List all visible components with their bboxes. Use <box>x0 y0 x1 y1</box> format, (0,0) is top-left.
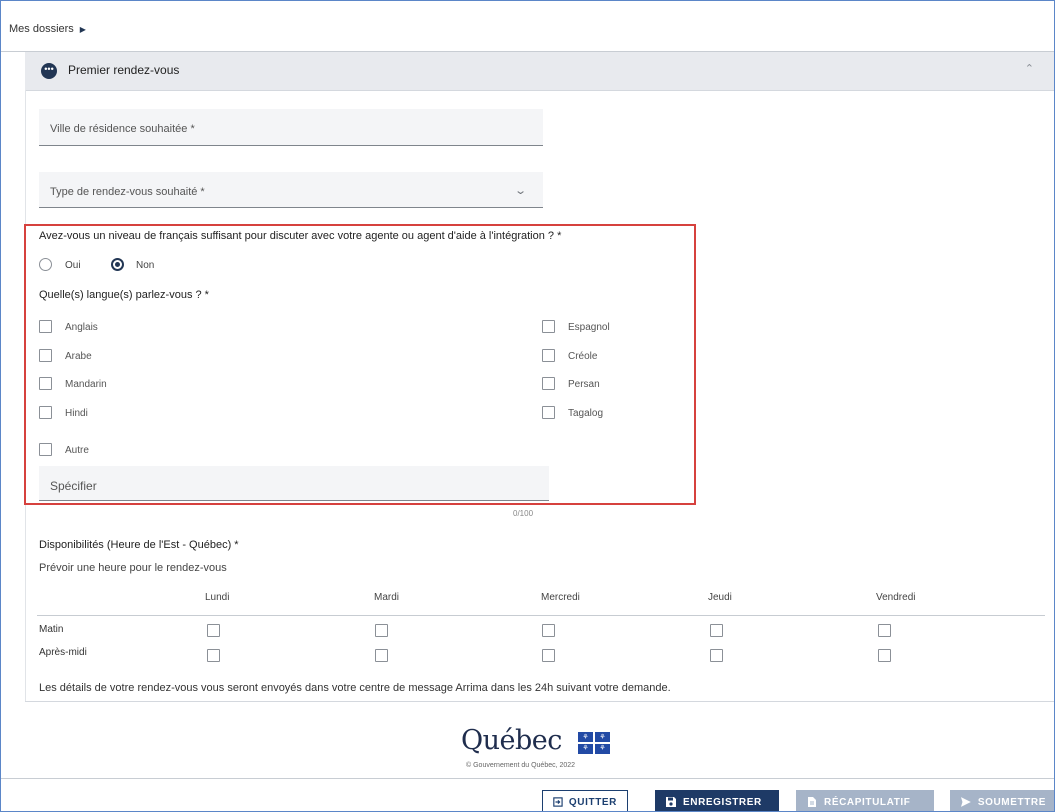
disponibilites-title: Disponibilités (Heure de l'Est - Québec)… <box>39 539 239 551</box>
more-dots-icon: ••• <box>41 63 57 79</box>
type-placeholder: Type de rendez-vous souhaité * <box>50 186 205 198</box>
accordion-header[interactable]: ••• Premier rendez-vous ⌃ <box>25 52 1054 91</box>
checkbox-tagalog[interactable] <box>542 406 555 419</box>
checkbox-hindi[interactable] <box>39 406 52 419</box>
checkbox-autre[interactable] <box>39 443 52 456</box>
exit-icon <box>553 797 563 807</box>
checkbox-jeudi-matin[interactable] <box>710 624 723 637</box>
checkbox-mercredi-matin[interactable] <box>542 624 555 637</box>
panel-bottom-border <box>25 701 1054 702</box>
character-counter: 0/100 <box>513 509 534 518</box>
ville-placeholder: Ville de résidence souhaitée * <box>50 123 195 135</box>
checkbox-persan[interactable] <box>542 377 555 390</box>
specifier-input[interactable]: Spécifier <box>39 466 549 501</box>
checkbox-mandarin[interactable] <box>39 377 52 390</box>
quebec-logo: Québec ⚘ ⚘ ⚘ ⚘ <box>461 725 610 756</box>
checkbox-label: Hindi <box>65 408 88 419</box>
francais-question: Avez-vous un niveau de français suffisan… <box>39 230 562 242</box>
logo-wordmark: Québec <box>461 725 562 756</box>
day-header-mercredi: Mercredi <box>541 592 580 603</box>
send-icon <box>960 797 971 807</box>
breadcrumb-link[interactable]: Mes dossiers <box>9 23 74 35</box>
checkbox-label: Autre <box>65 445 89 456</box>
checkbox-vendredi-apres-midi[interactable] <box>878 649 891 662</box>
chevron-up-icon[interactable]: ⌃ <box>1025 62 1034 75</box>
checkbox-label: Arabe <box>65 351 92 362</box>
checkbox-creole[interactable] <box>542 349 555 362</box>
application-window: Mes dossiers ▶ ••• Premier rendez-vous ⌃… <box>0 0 1055 812</box>
document-icon <box>808 797 816 807</box>
checkbox-vendredi-matin[interactable] <box>878 624 891 637</box>
soumettre-button[interactable]: SOUMETTRE <box>950 790 1054 811</box>
checkbox-lundi-matin[interactable] <box>207 624 220 637</box>
checkbox-mardi-apres-midi[interactable] <box>375 649 388 662</box>
checkbox-label: Espagnol <box>568 322 610 333</box>
highlight-box <box>24 224 696 505</box>
schedule-divider <box>37 615 1045 616</box>
checkbox-mardi-matin[interactable] <box>375 624 388 637</box>
radio-non-label: Non <box>136 260 155 271</box>
info-note: Les détails de votre rendez-vous vous se… <box>39 682 671 694</box>
row-label-apres-midi: Après-midi <box>39 647 87 658</box>
accordion-title: Premier rendez-vous <box>68 63 180 77</box>
recapitulatif-button[interactable]: RÉCAPITULATIF <box>796 790 934 811</box>
checkbox-label: Créole <box>568 351 598 362</box>
day-header-jeudi: Jeudi <box>708 592 732 603</box>
copyright-text: © Gouvernement du Québec, 2022 <box>466 762 576 769</box>
enregistrer-button[interactable]: ENREGISTRER <box>655 790 779 811</box>
caret-right-icon: ▶ <box>79 24 86 34</box>
checkbox-label: Mandarin <box>65 379 107 390</box>
radio-non[interactable] <box>111 258 124 271</box>
soumettre-label: SOUMETTRE <box>977 796 1046 808</box>
checkbox-label: Anglais <box>65 322 98 333</box>
checkbox-label: Tagalog <box>568 408 604 419</box>
disponibilites-subtitle: Prévoir une heure pour le rendez-vous <box>39 562 227 574</box>
type-rendez-vous-select[interactable]: Type de rendez-vous souhaité * ⌄ <box>39 172 543 208</box>
day-header-mardi: Mardi <box>374 592 400 603</box>
checkbox-jeudi-apres-midi[interactable] <box>710 649 723 662</box>
checkbox-lundi-apres-midi[interactable] <box>207 649 220 662</box>
breadcrumb: Mes dossiers ▶ <box>9 23 86 35</box>
recapitulatif-label: RÉCAPITULATIF <box>824 796 911 808</box>
langues-question: Quelle(s) langue(s) parlez-vous ? * <box>39 289 209 301</box>
row-label-matin: Matin <box>39 624 64 635</box>
enregistrer-label: ENREGISTRER <box>683 796 762 808</box>
quebec-flag-icon: ⚘ ⚘ ⚘ ⚘ <box>578 732 610 754</box>
save-icon <box>666 797 676 807</box>
radio-oui-label: Oui <box>65 260 81 271</box>
checkbox-label: Persan <box>568 379 600 390</box>
quitter-button[interactable]: QUITTER <box>542 790 628 811</box>
checkbox-anglais[interactable] <box>39 320 52 333</box>
day-header-vendredi: Vendredi <box>876 592 916 603</box>
checkbox-mercredi-apres-midi[interactable] <box>542 649 555 662</box>
checkbox-arabe[interactable] <box>39 349 52 362</box>
day-header-lundi: Lundi <box>205 592 230 603</box>
checkbox-espagnol[interactable] <box>542 320 555 333</box>
radio-oui[interactable] <box>39 258 52 271</box>
quitter-label: QUITTER <box>568 796 617 808</box>
specifier-placeholder: Spécifier <box>50 479 97 493</box>
ville-input[interactable]: Ville de résidence souhaitée * <box>39 109 543 146</box>
chevron-down-icon: ⌄ <box>513 185 527 197</box>
